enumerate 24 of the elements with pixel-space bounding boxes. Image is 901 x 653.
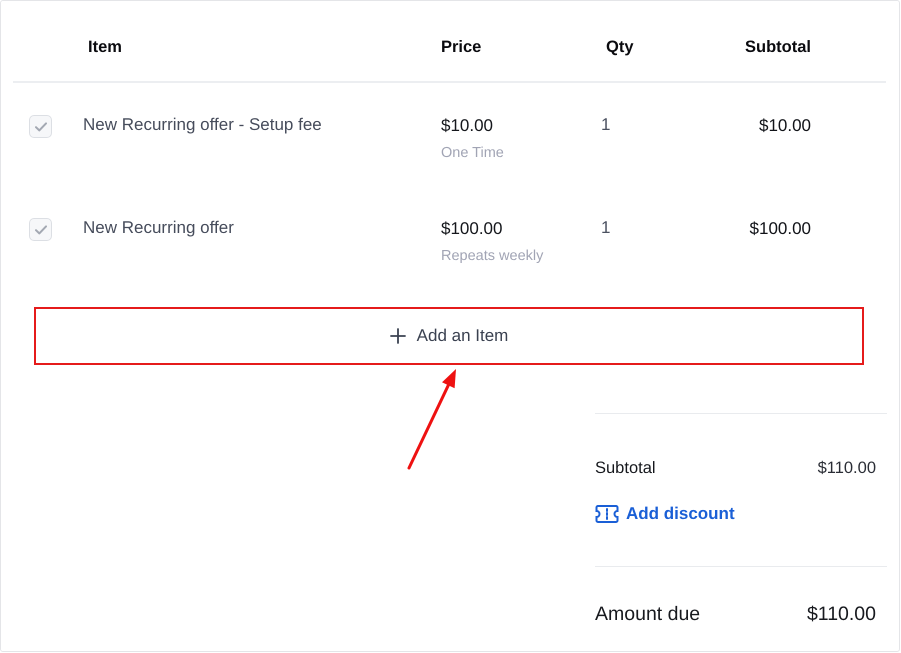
add-discount-link[interactable]: Add discount [595,503,735,525]
item-name: New Recurring offer [83,217,235,239]
billing-frequency: Repeats weekly [441,247,544,266]
checkmark-icon [34,122,46,132]
column-header: Subtotal [744,37,811,58]
item-subtotal: $100.00 [748,218,811,240]
amount-due-value: $110.00 [806,602,876,627]
subtotal-value: $110.00 [818,458,876,479]
item-quantity: 1 [601,114,612,136]
column-header: Qty [605,37,635,58]
add-item-button[interactable]: Add an Item [34,307,864,365]
plus-icon [390,328,406,344]
billing-frequency: One Time [441,144,504,163]
checkmark-icon [34,224,46,234]
ticket-icon [595,504,619,524]
item-price: $100.00 [441,218,502,240]
column-header: Item [87,37,123,58]
item-name: New Recurring offer - Setup fee [83,114,323,136]
subtotal-label: Subtotal [595,458,656,479]
item-subtotal: $10.00 [758,115,811,137]
item-quantity: 1 [601,217,612,239]
column-header: Price [441,37,482,58]
item-price: $10.00 [441,115,493,137]
amount-due-label: Amount due [595,602,700,627]
